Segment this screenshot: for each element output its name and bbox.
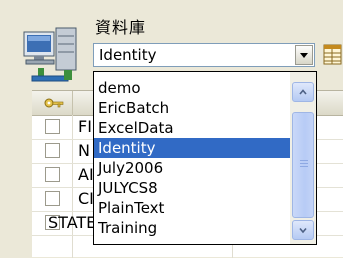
- scroll-thumb-grip: [300, 166, 308, 167]
- dropdown-option[interactable]: July2006: [94, 158, 290, 178]
- table-icon[interactable]: [320, 43, 343, 67]
- dropdown-option[interactable]: Training: [94, 218, 290, 238]
- scroll-thumb-grip: [300, 160, 308, 161]
- header-separator[interactable]: [72, 91, 73, 115]
- dropdown-option[interactable]: ExcelData: [94, 118, 290, 138]
- database-combobox-value: Identity: [99, 46, 157, 64]
- dropdown-option[interactable]: JULYCS8: [94, 178, 290, 198]
- key-icon: [44, 98, 64, 108]
- database-label: 資料庫: [95, 18, 147, 37]
- field-name-cell: CI: [78, 189, 94, 208]
- row-checkbox[interactable]: [45, 119, 60, 134]
- dropdown-option-selected[interactable]: Identity: [94, 138, 290, 158]
- database-combobox[interactable]: Identity: [93, 43, 315, 67]
- scroll-up-button[interactable]: [292, 82, 314, 102]
- row-checkbox[interactable]: [45, 143, 60, 158]
- field-name-cell: STATE: [48, 213, 97, 232]
- scroll-down-button[interactable]: [292, 220, 314, 240]
- chevron-down-icon[interactable]: [295, 45, 313, 65]
- database-server-icon: [23, 27, 77, 82]
- field-name-cell: FI: [78, 117, 92, 136]
- dropdown-option[interactable]: PlainText: [94, 198, 290, 218]
- field-name-cell: N: [78, 141, 90, 160]
- database-dropdown-list[interactable]: demo EricBatch ExcelData Identity July20…: [93, 71, 317, 245]
- dropdown-option[interactable]: demo: [94, 78, 290, 98]
- row-checkbox[interactable]: [45, 167, 60, 182]
- field-name-cell: AI: [78, 165, 94, 184]
- database-selector-panel: 資料庫 Identity FI N AI CI STATE demo EricB…: [0, 0, 343, 258]
- scroll-thumb[interactable]: [292, 112, 314, 218]
- dropdown-scrollbar[interactable]: [290, 72, 316, 244]
- scroll-thumb-grip: [300, 163, 308, 164]
- chevron-down-icon: [299, 227, 307, 234]
- row-checkbox[interactable]: [45, 191, 60, 206]
- chevron-up-icon: [299, 89, 307, 95]
- dropdown-option[interactable]: EricBatch: [94, 98, 290, 118]
